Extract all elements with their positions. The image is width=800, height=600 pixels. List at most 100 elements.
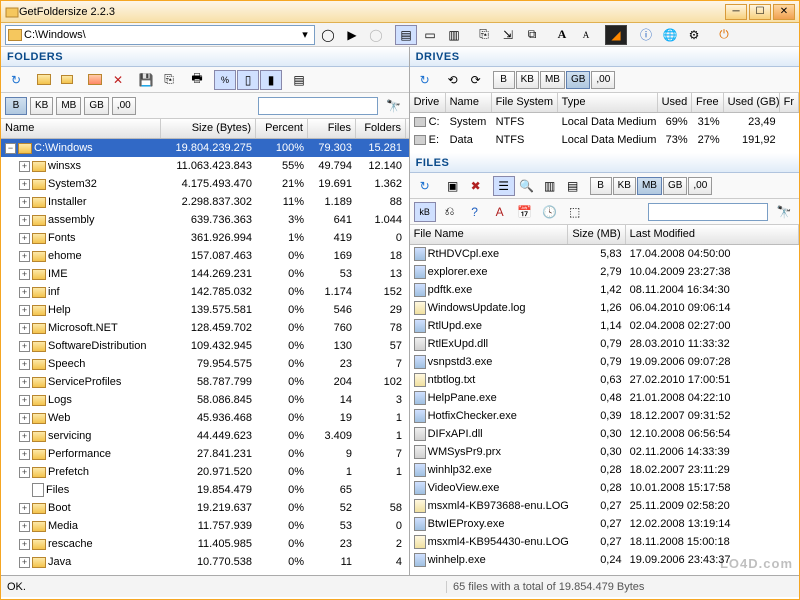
- expander-icon[interactable]: [19, 395, 30, 406]
- power-button[interactable]: ⏻: [713, 25, 735, 45]
- drives-unit-b[interactable]: B: [493, 71, 515, 89]
- file-row[interactable]: winhlp32.exe0,2818.02.2007 23:11:29: [410, 461, 799, 479]
- col-type[interactable]: Type: [558, 93, 658, 112]
- path-input[interactable]: C:\Windows\ ▾: [5, 25, 315, 45]
- folders-tree[interactable]: C:\Windows19.804.239.275100%79.30315.281…: [1, 139, 409, 575]
- folder-row[interactable]: Microsoft.NET128.459.7020%76078: [1, 319, 409, 337]
- files-search-input[interactable]: [648, 203, 768, 221]
- path-dropdown-icon[interactable]: ▾: [298, 28, 312, 41]
- folder-row[interactable]: winsxs11.063.423.84355%49.79412.140: [1, 157, 409, 175]
- expander-icon[interactable]: [19, 305, 30, 316]
- file-row[interactable]: WindowsUpdate.log1,2606.04.2010 09:06:14: [410, 299, 799, 317]
- maximize-button[interactable]: ☐: [749, 4, 771, 20]
- file-row[interactable]: VideoView.exe0,2810.01.2008 15:17:58: [410, 479, 799, 497]
- folder-row[interactable]: ehome157.087.4630%16918: [1, 247, 409, 265]
- expander-icon[interactable]: [19, 521, 30, 532]
- drives-connect-button[interactable]: ⟲: [442, 70, 464, 90]
- file-row[interactable]: ntbtlog.txt0,6327.02.2010 17:00:51: [410, 371, 799, 389]
- unit-gb-button[interactable]: GB: [84, 97, 108, 115]
- file-row[interactable]: RtHDVCpl.exe5,8317.04.2008 04:50:00: [410, 245, 799, 263]
- expander-icon[interactable]: [19, 449, 30, 460]
- filter-help-button[interactable]: ?: [464, 202, 486, 222]
- print-button[interactable]: 🖶: [186, 70, 208, 90]
- folder-row[interactable]: servicing44.449.6230%3.4091: [1, 427, 409, 445]
- drives-refresh-button[interactable]: ↻: [414, 70, 436, 90]
- folder-row[interactable]: rescache11.405.9850%232: [1, 535, 409, 553]
- theme-button[interactable]: ◢: [605, 25, 627, 45]
- settings-button[interactable]: ⚙: [683, 25, 705, 45]
- expander-icon[interactable]: [19, 233, 30, 244]
- drives-unit-mb[interactable]: MB: [540, 71, 565, 89]
- folder-row[interactable]: Java10.770.5380%114: [1, 553, 409, 571]
- parent-folder-button[interactable]: [56, 70, 78, 90]
- expander-icon[interactable]: [19, 431, 30, 442]
- folder-row[interactable]: Help139.575.5810%54629: [1, 301, 409, 319]
- expander-icon[interactable]: [19, 197, 30, 208]
- col-free[interactable]: Free: [692, 93, 724, 112]
- file-row[interactable]: WMSysPr9.prx0,3002.11.2006 14:33:39: [410, 443, 799, 461]
- expander-icon[interactable]: [19, 179, 30, 190]
- col-view-button[interactable]: ▮: [260, 70, 282, 90]
- file-row[interactable]: winhelp.exe0,2419.09.2006 23:43:37: [410, 551, 799, 569]
- file-row[interactable]: pdftk.exe1,4208.11.2004 16:34:30: [410, 281, 799, 299]
- col-files[interactable]: Files: [308, 119, 356, 138]
- web-button[interactable]: 🌐: [659, 25, 681, 45]
- scan-button[interactable]: ◯: [317, 25, 339, 45]
- drives-disconnect-button[interactable]: ⟳: [465, 70, 487, 90]
- delete-button[interactable]: ✕: [107, 70, 129, 90]
- filter-text-button[interactable]: A: [489, 202, 511, 222]
- folder-row[interactable]: Performance27.841.2310%97: [1, 445, 409, 463]
- col-free-gb[interactable]: Fr: [780, 93, 799, 112]
- folder-row[interactable]: Fonts361.926.9941%4190: [1, 229, 409, 247]
- copy-button[interactable]: ⎘: [473, 25, 495, 45]
- files-refresh-button[interactable]: ↻: [414, 176, 436, 196]
- expander-icon[interactable]: [19, 341, 30, 352]
- files-delete-button[interactable]: ✖: [465, 176, 487, 196]
- col-folders[interactable]: Folders: [356, 119, 406, 138]
- info-button[interactable]: ⓘ: [635, 25, 657, 45]
- expander-icon[interactable]: [19, 269, 30, 280]
- col-size[interactable]: Size (Bytes): [161, 119, 256, 138]
- unit-b-button[interactable]: B: [5, 97, 27, 115]
- files-open-button[interactable]: ▣: [442, 176, 464, 196]
- folder-row[interactable]: Boot19.219.6370%5258: [1, 499, 409, 517]
- bar-view-button[interactable]: ▯: [237, 70, 259, 90]
- files-unit-kb[interactable]: KB: [613, 177, 636, 195]
- save-button[interactable]: 💾: [135, 70, 157, 90]
- file-row[interactable]: HotfixChecker.exe0,3918.12.2007 09:31:52: [410, 407, 799, 425]
- refresh-button[interactable]: ↻: [5, 70, 27, 90]
- folder-row[interactable]: AppPatch9.106.4740%111: [1, 571, 409, 575]
- font-decrease-button[interactable]: A: [575, 25, 597, 45]
- expander-icon[interactable]: [19, 575, 30, 576]
- view-list-button[interactable]: ▭: [419, 25, 441, 45]
- col-fs[interactable]: File System: [492, 93, 558, 112]
- folder-row[interactable]: IME144.269.2310%5313: [1, 265, 409, 283]
- col-filename[interactable]: File Name: [410, 225, 568, 244]
- open-folder-button[interactable]: [33, 70, 55, 90]
- expander-icon[interactable]: [19, 413, 30, 424]
- file-row[interactable]: vsnpstd3.exe0,7919.09.2006 09:07:28: [410, 353, 799, 371]
- close-button[interactable]: ✕: [773, 4, 795, 20]
- stop-button[interactable]: ◯: [365, 25, 387, 45]
- folder-row[interactable]: Web45.936.4680%191: [1, 409, 409, 427]
- col-percent[interactable]: Percent: [256, 119, 308, 138]
- percent-view-button[interactable]: %: [214, 70, 236, 90]
- folder-row[interactable]: inf142.785.0320%1.174152: [1, 283, 409, 301]
- options-button[interactable]: ▤: [288, 70, 310, 90]
- file-row[interactable]: msxml4-KB954430-enu.LOG0,2718.11.2008 15…: [410, 533, 799, 551]
- file-row[interactable]: DIFxAPI.dll0,3012.10.2008 06:56:54: [410, 425, 799, 443]
- file-row[interactable]: HelpPane.exe0,4821.01.2008 04:22:10: [410, 389, 799, 407]
- files-search-button[interactable]: 🔭: [773, 202, 795, 222]
- folder-row[interactable]: Logs58.086.8450%143: [1, 391, 409, 409]
- drives-list[interactable]: C:SystemNTFSLocal Data Medium69%31%23,49…: [410, 113, 799, 153]
- expander-icon[interactable]: [19, 215, 30, 226]
- expander-icon[interactable]: [19, 287, 30, 298]
- file-row[interactable]: explorer.exe2,7910.04.2009 23:27:38: [410, 263, 799, 281]
- expander-icon[interactable]: [19, 539, 30, 550]
- minimize-button[interactable]: ─: [725, 4, 747, 20]
- expander-icon[interactable]: [19, 467, 30, 478]
- delete-folder-button[interactable]: [84, 70, 106, 90]
- filter-time-button[interactable]: 🕓: [539, 202, 561, 222]
- copy-tree-button[interactable]: ⎘: [158, 70, 180, 90]
- expander-icon[interactable]: [19, 503, 30, 514]
